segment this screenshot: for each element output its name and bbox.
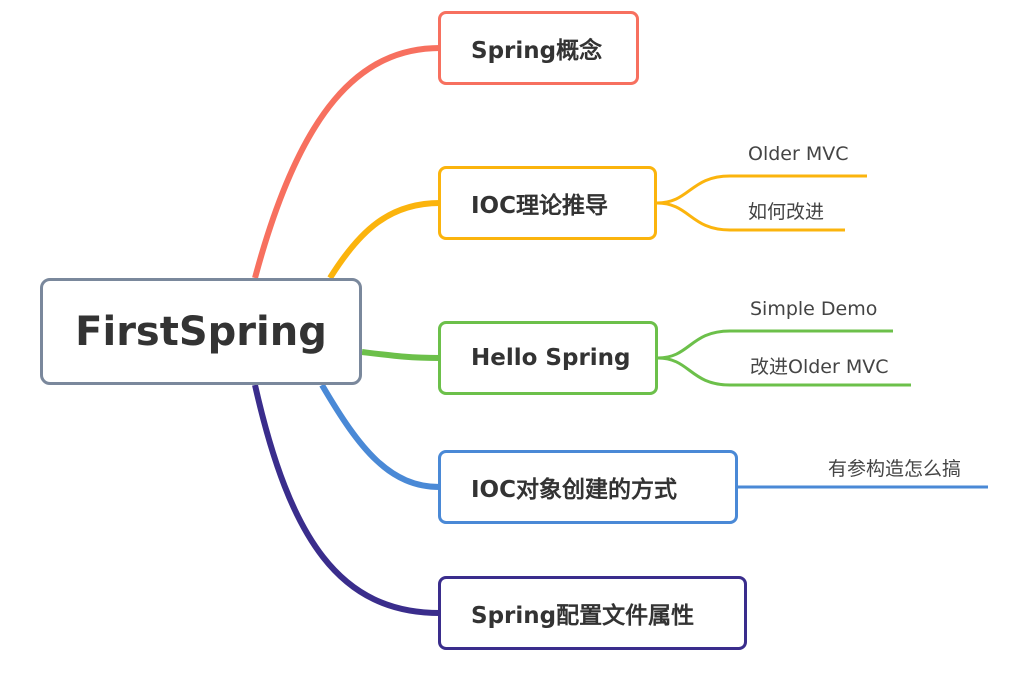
branch-label: Spring概念 bbox=[471, 38, 603, 64]
leaf-older-mvc[interactable]: Older MVC bbox=[748, 143, 849, 165]
root-node[interactable]: FirstSpring bbox=[40, 278, 362, 385]
link-root-ioc-creation bbox=[319, 383, 441, 490]
leaf-improve-older-mvc[interactable]: 改进Older MVC bbox=[750, 352, 889, 379]
branch-spring-concept[interactable]: Spring概念 bbox=[438, 11, 639, 85]
link-root-ioc-theory bbox=[327, 200, 441, 280]
branch-ioc-creation[interactable]: IOC对象创建的方式 bbox=[438, 450, 738, 524]
leaf-improve[interactable]: 如何改进 bbox=[748, 197, 824, 224]
branch-ioc-theory[interactable]: IOC理论推导 bbox=[438, 166, 657, 240]
branch-label: IOC对象创建的方式 bbox=[471, 477, 677, 503]
branch-label: IOC理论推导 bbox=[471, 193, 608, 219]
link-root-hello-spring bbox=[361, 349, 441, 361]
root-label: FirstSpring bbox=[75, 308, 327, 355]
branch-hello-spring[interactable]: Hello Spring bbox=[438, 321, 658, 395]
branch-spring-config[interactable]: Spring配置文件属性 bbox=[438, 576, 747, 650]
leaf-simple-demo[interactable]: Simple Demo bbox=[750, 298, 877, 320]
branch-label: Hello Spring bbox=[471, 345, 631, 371]
link-root-spring-concept bbox=[252, 45, 441, 279]
branch-label: Spring配置文件属性 bbox=[471, 603, 695, 629]
link-root-spring-config bbox=[252, 384, 441, 616]
leaf-param-constructor[interactable]: 有参构造怎么搞 bbox=[828, 454, 961, 481]
